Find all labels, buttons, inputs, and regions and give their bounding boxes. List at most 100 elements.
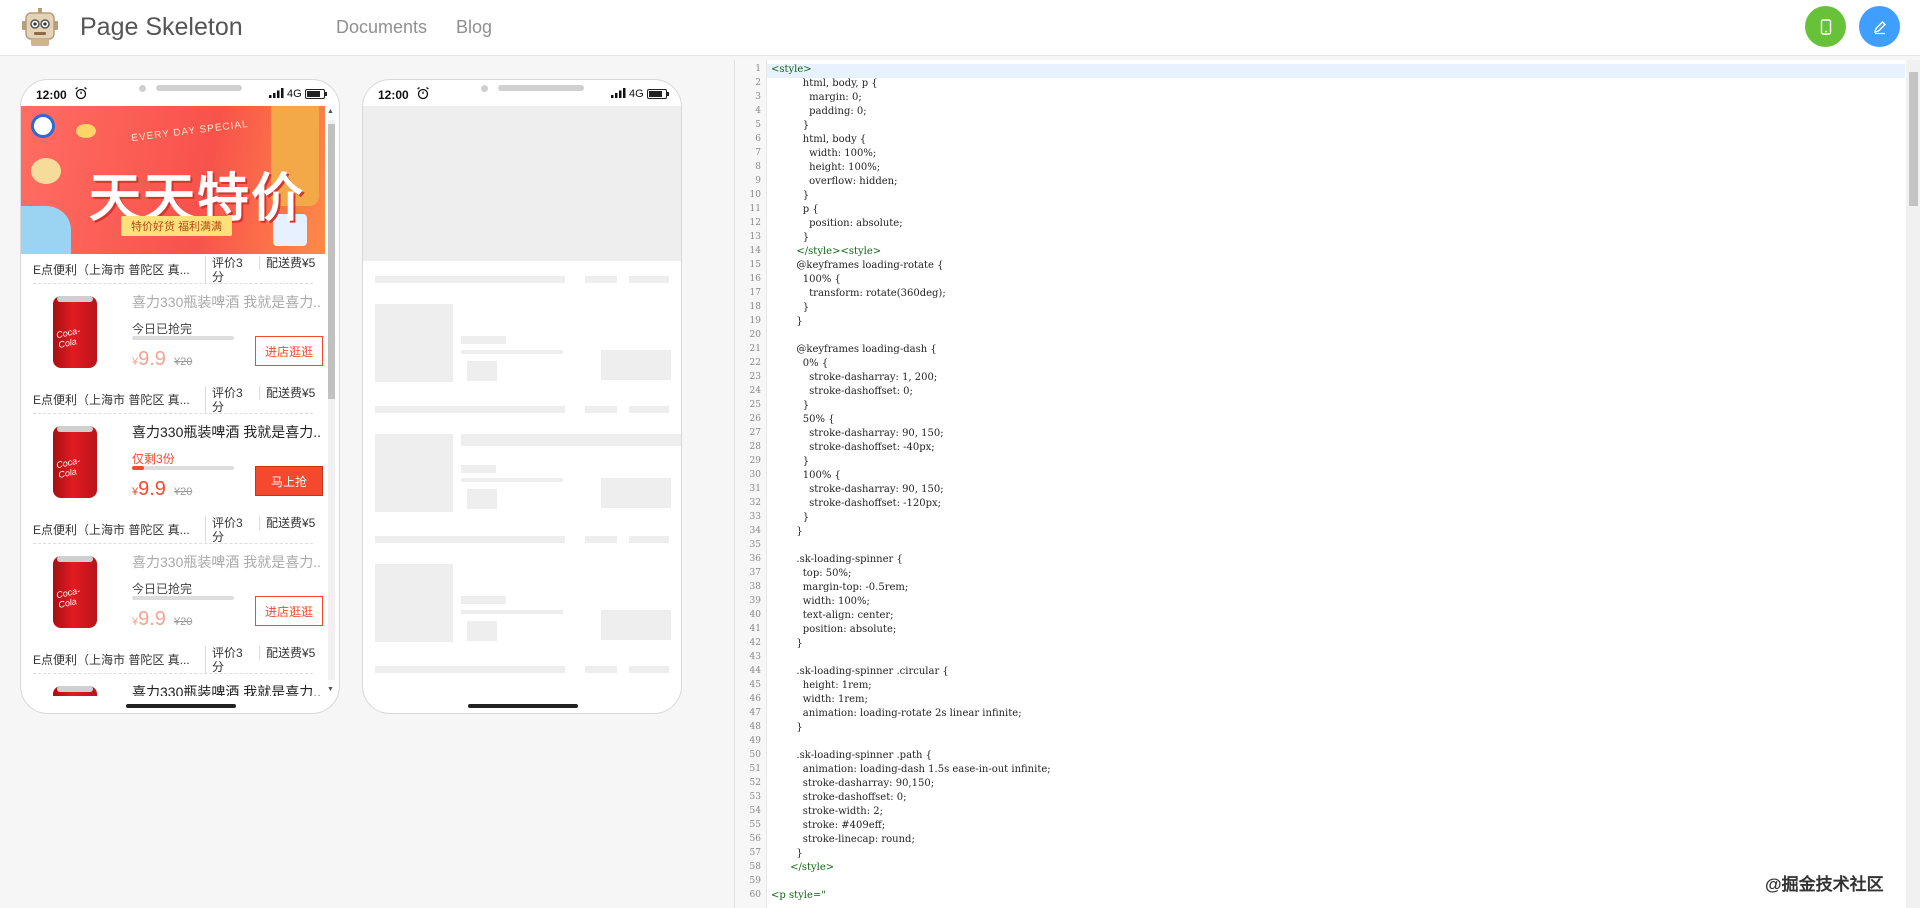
skeleton-store-row [629,406,669,413]
visit-store-button[interactable]: 进店逛逛 [255,596,323,626]
skeleton-title [461,465,496,473]
product-item[interactable]: Coca-Cola 喜力330瓶装啤酒 我就是喜力... 今日已抢完 ¥9.9 … [33,284,323,384]
code-line[interactable]: margin: 0; [771,92,862,103]
code-line[interactable]: } [771,190,809,201]
can-label: Coca-Cola [55,325,81,350]
code-line[interactable]: 50% { [771,414,835,425]
store-name: E点便利（上海市 普陀区 真... [33,393,190,407]
code-line[interactable]: stroke-dasharray: 1, 200; [771,372,937,383]
code-line[interactable]: .sk-loading-spinner .circular { [771,666,948,677]
cola-can-image: Coca-Cola [53,296,97,368]
code-line[interactable]: position: absolute; [771,218,902,229]
code-line[interactable]: } [771,722,802,733]
visit-store-button[interactable]: 进店逛逛 [255,336,323,366]
product-item[interactable]: 喜力330瓶装啤酒 我就是喜力... [33,674,322,696]
code-line[interactable]: stroke-dashoffset: 0; [771,386,913,397]
robot-logo-icon[interactable] [22,7,58,47]
code-line[interactable]: @keyframes loading-rotate { [771,260,943,271]
code-line[interactable]: height: 100%; [771,162,880,173]
code-line[interactable]: text-align: center; [771,610,894,621]
code-line[interactable]: <p style=" [771,890,826,901]
signal-icon [269,88,284,98]
code-line[interactable]: stroke: #409eff; [771,820,885,831]
code-line[interactable]: stroke-linecap: round; [771,834,915,845]
code-line[interactable]: </style><style> [771,246,881,257]
code-line[interactable]: .sk-loading-spinner { [771,554,902,565]
code-line[interactable]: p { [771,204,819,215]
edit-button[interactable] [1859,6,1900,47]
line-number: 4 [755,106,761,116]
line-number: 25 [749,400,761,410]
store-rating: 评价3分 [205,386,245,414]
code-line[interactable]: stroke-dasharray: 90,150; [771,778,934,789]
line-number: 37 [749,568,761,578]
product-item[interactable]: Coca-Cola 喜力330瓶装啤酒 我就是喜力... 仅剩3份 ¥9.9 ¥… [33,414,323,514]
code-line[interactable]: } [771,316,802,327]
code-line[interactable]: animation: loading-dash 1.5s ease-in-out… [771,764,1051,775]
code-line[interactable]: } [771,232,809,243]
code-line[interactable]: html, body { [771,134,867,145]
scroll-up-arrow-icon[interactable]: ▲ [327,108,334,115]
code-line[interactable]: stroke-dashoffset: -40px; [771,442,935,453]
editor-scroll-thumb[interactable] [1909,72,1918,206]
code-line[interactable]: .sk-loading-spinner .path { [771,750,932,761]
phone-preview-skeleton: 12:00 4G [362,79,682,714]
code-line[interactable]: stroke-width: 2; [771,806,883,817]
promo-banner[interactable]: EVERY DAY SPECIAL 天天特价 特价好货 福利满满 [21,106,325,254]
store-row[interactable]: E点便利（上海市 普陀区 真... 评价3分 配送费¥5 [33,514,315,544]
code-line[interactable]: } [771,302,809,313]
code-line[interactable]: @keyframes loading-dash { [771,344,936,355]
code-line[interactable]: } [771,400,809,411]
code-line[interactable]: } [771,638,802,649]
code-line[interactable]: top: 50%; [771,568,852,579]
scroll-down-arrow-icon[interactable]: ▼ [327,686,334,693]
nav-documents[interactable]: Documents [336,17,427,38]
skeleton-line [461,350,563,354]
code-line[interactable]: width: 100%; [771,148,876,159]
store-row[interactable]: E点便利（上海市 普陀区 真... 评价3分 配送费¥5 [33,384,315,414]
line-number: 50 [749,750,761,760]
code-line[interactable]: stroke-dasharray: 90, 150; [771,484,943,495]
buy-now-button[interactable]: 马上抢 [255,466,323,496]
code-line[interactable]: margin-top: -0.5rem; [771,582,908,593]
code-line[interactable]: } [771,848,802,859]
code-line[interactable]: html, body, p { [771,78,878,89]
code-line[interactable]: height: 1rem; [771,680,872,691]
code-line[interactable]: stroke-dashoffset: 0; [771,792,907,803]
code-line[interactable]: } [771,456,809,467]
code-line[interactable]: stroke-dasharray: 90, 150; [771,428,943,439]
nav-blog[interactable]: Blog [456,17,492,38]
product-status: 今日已抢完 [132,322,193,336]
code-editor[interactable]: 1 <style> 2 html, body, p {3 margin: 0; 4 p… [734,60,1920,908]
code-line[interactable]: } [771,512,809,523]
home-indicator [126,704,236,708]
line-number: 48 [749,722,761,732]
store-row[interactable]: E点便利（上海市 普陀区 真... 评价3分 配送费¥5 [33,254,315,284]
code-line[interactable]: } [771,120,809,131]
line-number: 51 [749,764,761,774]
code-line[interactable]: position: absolute; [771,624,896,635]
code-line[interactable]: overflow: hidden; [771,176,897,187]
code-line[interactable]: 100% { [771,274,841,285]
code-line[interactable]: 100% { [771,470,841,481]
scroll-thumb[interactable] [328,124,335,399]
code-line[interactable]: transform: rotate(360deg); [771,288,946,299]
code-line[interactable]: width: 100%; [771,596,870,607]
code-line[interactable]: animation: loading-rotate 2s linear infi… [771,708,1022,719]
code-line[interactable]: } [771,526,802,537]
code-line[interactable]: width: 1rem; [771,694,868,705]
phone-scrollbar[interactable]: ▲ ▼ [325,108,337,693]
brand-title[interactable]: Page Skeleton [80,13,243,42]
mobile-preview-button[interactable] [1805,6,1846,47]
code-line[interactable]: 0% { [771,358,828,369]
product-item[interactable]: Coca-Cola 喜力330瓶装啤酒 我就是喜力... 今日已抢完 ¥9.9 … [33,544,323,644]
code-line[interactable]: stroke-dashoffset: -120px; [771,498,941,509]
code-line[interactable]: padding: 0; [771,106,867,117]
line-number: 49 [749,736,761,746]
code-line[interactable]: </style> [771,862,834,873]
editor-scrollbar[interactable] [1906,60,1920,908]
store-row[interactable]: E点便利（上海市 普陀区 真... 评价3分 配送费¥5 [33,644,315,674]
phone-content[interactable]: EVERY DAY SPECIAL 天天特价 特价好货 福利满满 E点便利（上海… [21,106,325,696]
line-number: 31 [749,484,761,494]
code-line[interactable]: <style> [771,64,812,75]
